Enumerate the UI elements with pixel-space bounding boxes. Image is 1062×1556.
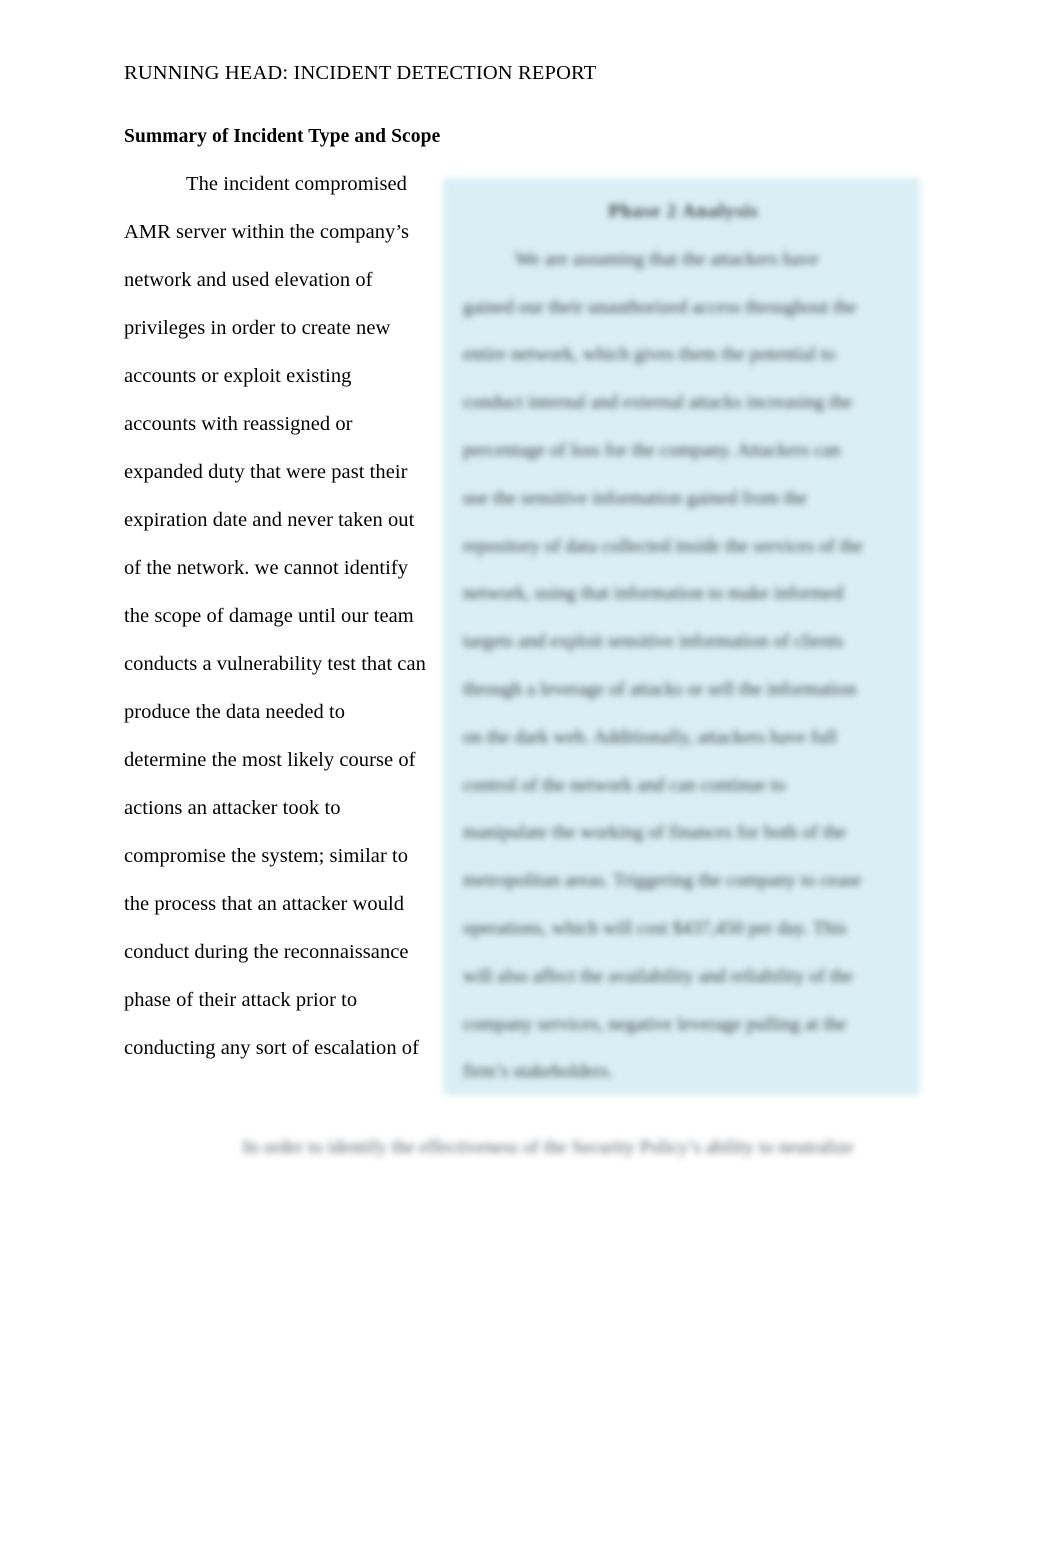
page-title: Summary of Incident Type and Scope <box>124 126 441 147</box>
document-page: RUNNING HEAD: INCIDENT DETECTION REPORT … <box>0 0 1062 1556</box>
body-line: conduct during the reconnaissance <box>124 941 409 963</box>
figure-line: conduct internal and external attacks in… <box>463 392 853 414</box>
body-line: privileges in order to create new <box>124 317 391 339</box>
body-line: of the network. we cannot identify <box>124 557 409 579</box>
body-line: The incident compromised <box>186 173 407 195</box>
body-line: produce the data needed to <box>124 701 346 723</box>
body-line: the scope of damage until our team <box>124 605 414 627</box>
figure-line: will also affect the availability and re… <box>463 965 854 987</box>
figure-line: gained our their unauthorized access thr… <box>463 296 857 318</box>
body-line: accounts or exploit existing <box>124 365 352 387</box>
body-line: the process that an attacker would <box>124 893 405 915</box>
figure-line: repository of data collected inside the … <box>463 535 863 557</box>
figure-line: firm’s stakeholders. <box>463 1061 613 1083</box>
figure-line: targets and exploit sensitive informatio… <box>463 631 844 653</box>
redacted-figure-content: Phase 2 Analysis We are assuming that th… <box>443 178 920 1095</box>
figure-title: Phase 2 Analysis <box>608 201 759 222</box>
figure-line: We are assuming that the attackers have <box>515 248 819 270</box>
figure-line: entire network, which gives them the pot… <box>463 344 836 366</box>
figure-line: company services, negative leverage pull… <box>463 1013 847 1035</box>
body-line: conducting any sort of escalation of <box>124 1037 419 1059</box>
figure-line: metropolitan areas. Triggering the compa… <box>463 870 862 892</box>
figure-line: through a leverage of attacks or sell th… <box>463 678 857 700</box>
body-line: compromise the system; similar to <box>124 845 409 867</box>
body-line: AMR server within the company’s <box>124 221 410 243</box>
figure-line: manipulate the working of finances for b… <box>463 822 847 844</box>
figure-line: control of the network and can continue … <box>463 774 786 796</box>
body-line: expanded duty that were past their <box>124 461 408 483</box>
body-line: accounts with reassigned or <box>124 413 353 435</box>
body-paragraph: The incident compromised AMR server with… <box>124 160 436 1072</box>
body-line: determine the most likely course of <box>124 749 416 771</box>
body-line: expiration date and never taken out <box>124 509 415 531</box>
body-line: phase of their attack prior to <box>124 989 358 1011</box>
body-line: network and used elevation of <box>124 269 373 291</box>
body-line: conducts a vulnerability test that can <box>124 653 426 675</box>
body-line: actions an attacker took to <box>124 797 341 819</box>
redacted-caption: In order to identify the effectiveness o… <box>242 1137 854 1158</box>
figure-line: on the dark web. Additionally, attackers… <box>463 726 837 748</box>
figure-line: network, using that information to make … <box>463 583 844 605</box>
running-head: RUNNING HEAD: INCIDENT DETECTION REPORT <box>124 62 597 84</box>
figure-line: use the sensitive information gained fro… <box>463 487 808 509</box>
figure-line: operations, which will cost $437,450 per… <box>463 917 847 939</box>
redacted-figure-box: Phase 2 Analysis We are assuming that th… <box>443 178 920 1095</box>
figure-line: percentage of loss for the company. Atta… <box>463 439 841 461</box>
